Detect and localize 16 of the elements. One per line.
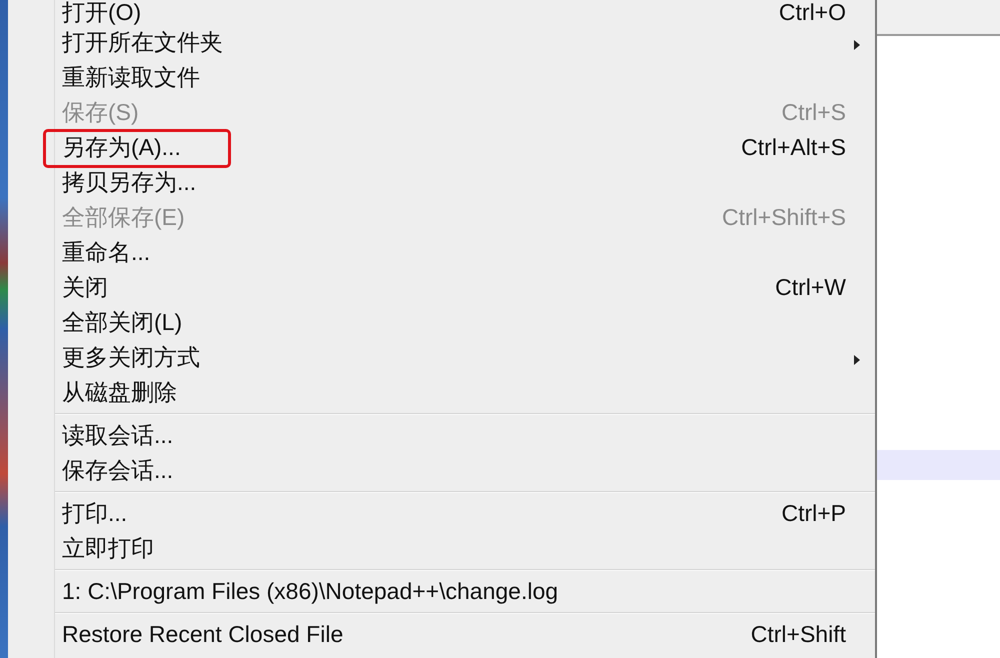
menu-item[interactable]: 另存为(A)... Ctrl+Alt+S [8,130,875,165]
menu-item[interactable]: 更多关闭方式 [8,340,875,375]
menu-item[interactable]: 1: C:\Program Files (x86)\Notepad++\change.log [8,574,875,609]
menu-item[interactable]: 全部关闭(L) [8,305,875,340]
menu-item[interactable]: Restore Recent Closed File Ctrl+Shift [8,617,875,652]
menu-item[interactable]: 打开所在文件夹 [8,25,875,60]
menu-item[interactable]: 读取会话... [8,418,875,453]
menu-item[interactable]: 保存会话... [8,453,875,488]
menu-item[interactable]: 重新读取文件 [8,60,875,95]
menu-item[interactable]: 重命名... [8,235,875,270]
menu-item[interactable]: 打印... Ctrl+P [8,496,875,531]
menu-item[interactable]: 拷贝另存为... [8,165,875,200]
menu-item[interactable]: 关闭 Ctrl+W [8,270,875,305]
menu-item[interactable]: 从磁盘删除 [8,375,875,410]
menu-item[interactable]: 立即打印 [8,531,875,566]
menu-item[interactable]: 打开(O) Ctrl+O [8,0,875,25]
